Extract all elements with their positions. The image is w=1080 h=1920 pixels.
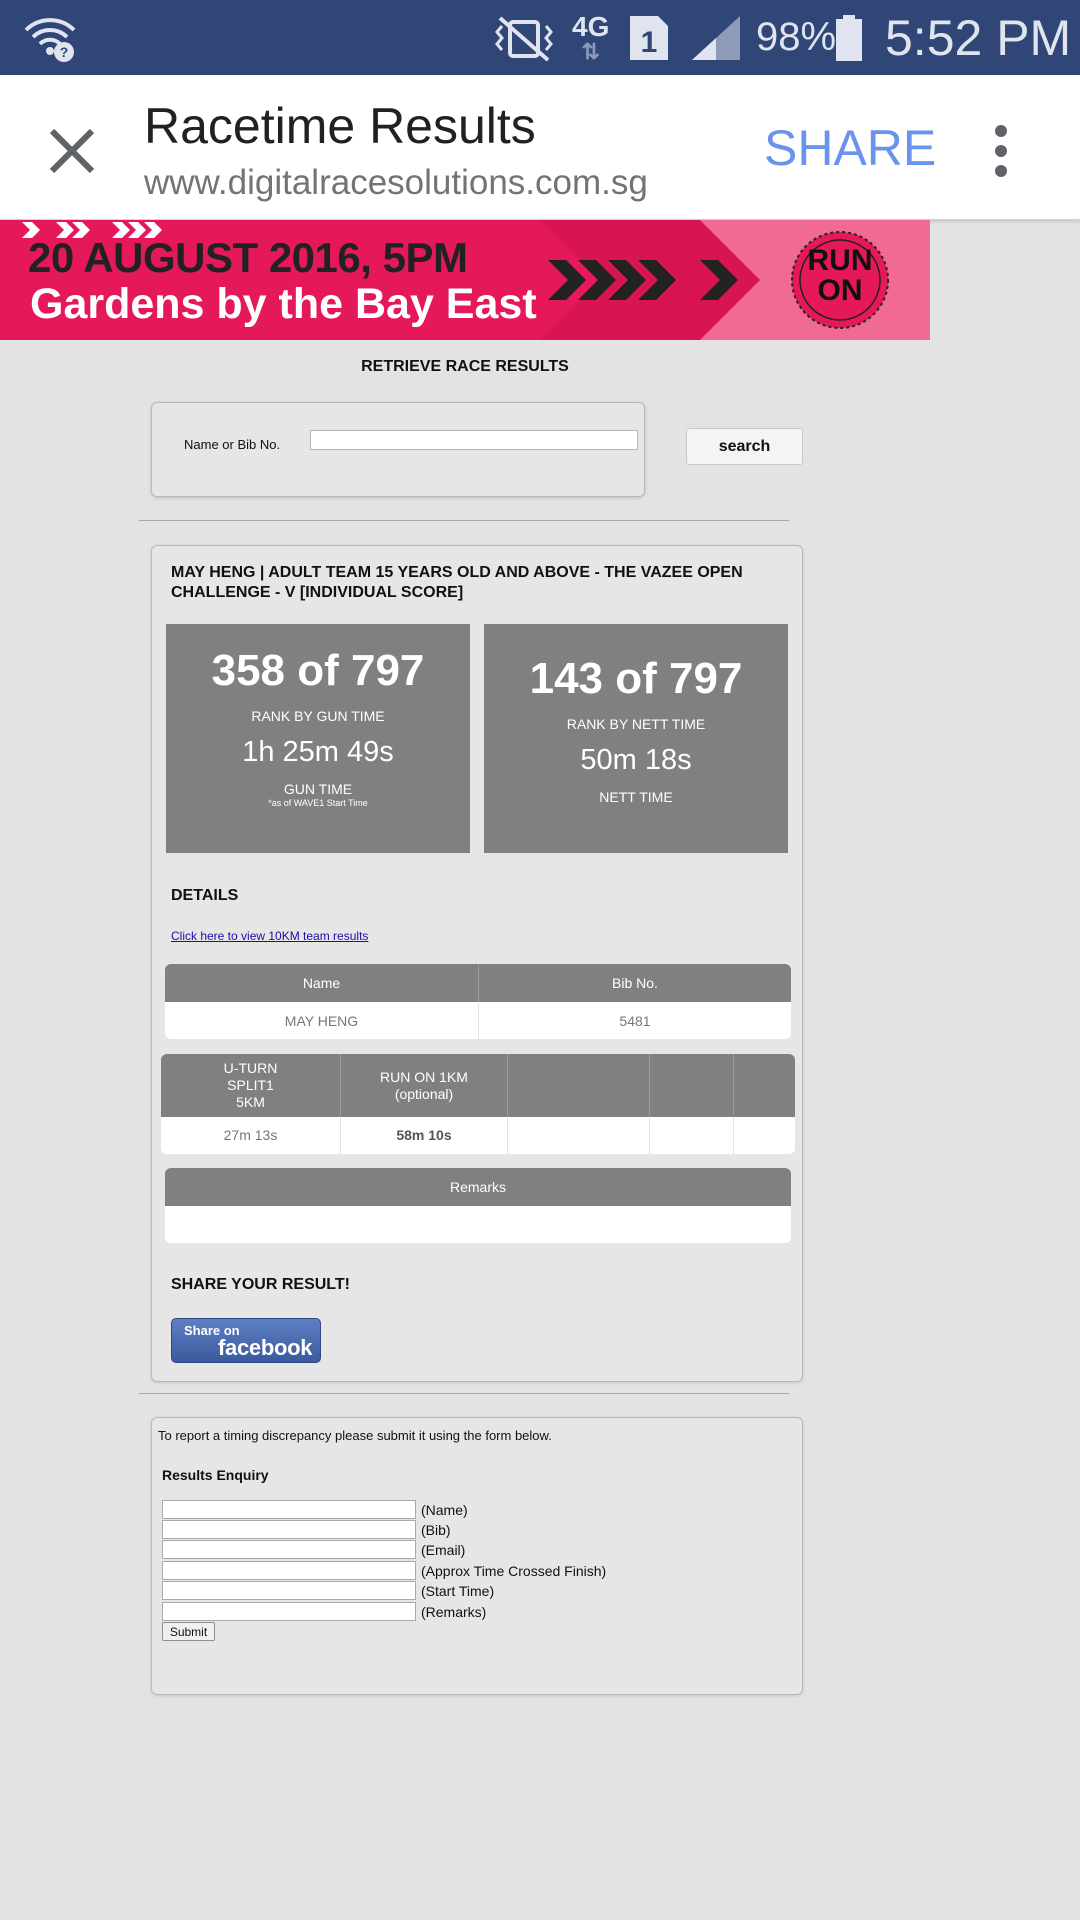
share-title: SHARE YOUR RESULT! bbox=[171, 1276, 350, 1293]
nett-time-value: 50m 18s bbox=[580, 744, 692, 776]
gun-time-note: *as of WAVE1 Start Time bbox=[268, 798, 368, 808]
split-times-table: U-TURN SPLIT1 5KM RUN ON 1KM (optional) … bbox=[161, 1054, 795, 1154]
search-input[interactable] bbox=[310, 430, 638, 450]
share-button[interactable]: SHARE bbox=[764, 119, 936, 177]
svg-text:1: 1 bbox=[641, 26, 658, 59]
table-cell: 27m 13s bbox=[223, 1127, 278, 1143]
close-icon[interactable] bbox=[40, 119, 104, 183]
table-cell: MAY HENG bbox=[284, 1012, 359, 1029]
event-banner: 20 AUGUST 2016, 5PM Gardens by the Bay E… bbox=[0, 220, 930, 340]
table-header: Remarks bbox=[449, 1179, 506, 1195]
field-label: (Name) bbox=[421, 1501, 468, 1518]
field-label: (Bib) bbox=[421, 1521, 451, 1538]
enquiry-note: To report a timing discrepancy please su… bbox=[158, 1428, 552, 1443]
table-header: RUN ON 1KM (optional) bbox=[340, 1054, 507, 1117]
nett-rank-label: RANK BY NETT TIME bbox=[566, 716, 706, 732]
data-arrows-icon: ⇅ bbox=[581, 38, 600, 64]
table-cell: 58m 10s bbox=[340, 1117, 507, 1154]
page-title: Racetime Results bbox=[144, 98, 536, 154]
table-cell: 5481 bbox=[478, 1002, 791, 1039]
more-options-icon[interactable] bbox=[985, 119, 1017, 183]
clock: 5:52 PM bbox=[885, 9, 1072, 66]
submit-button[interactable]: Submit bbox=[162, 1622, 215, 1641]
share-on-facebook-button[interactable]: Share on facebook bbox=[171, 1318, 321, 1363]
enquiry-email-row: (Email) bbox=[162, 1540, 465, 1559]
table-header: Name bbox=[302, 975, 341, 991]
divider bbox=[139, 520, 789, 521]
table-header bbox=[507, 1054, 649, 1117]
table-header: Bib No. bbox=[478, 964, 791, 1002]
signal-icon bbox=[690, 0, 742, 75]
enquiry-email-field[interactable] bbox=[162, 1540, 416, 1559]
table-cell bbox=[165, 1206, 791, 1243]
table-cell bbox=[733, 1117, 795, 1154]
gun-rank: 358 of 797 bbox=[211, 646, 425, 695]
table-header bbox=[733, 1054, 795, 1117]
field-label: (Email) bbox=[421, 1541, 466, 1558]
enquiry-finish-time-row: (Approx Time Crossed Finish) bbox=[162, 1561, 606, 1580]
runner-info-table: Name Bib No. MAY HENG 5481 bbox=[165, 964, 791, 1039]
table-cell bbox=[649, 1117, 733, 1154]
enquiry-start-time-field[interactable] bbox=[162, 1581, 416, 1600]
gun-time-card: 358 of 797 RANK BY GUN TIME 1h 25m 49s G… bbox=[166, 624, 470, 853]
table-row: 27m 13s 58m 10s bbox=[161, 1117, 795, 1154]
vibrate-mute-icon bbox=[488, 0, 560, 75]
gun-time-label: GUN TIME bbox=[283, 781, 353, 797]
details-title: DETAILS bbox=[171, 887, 239, 904]
field-label: (Approx Time Crossed Finish) bbox=[421, 1562, 607, 1579]
enquiry-remarks-field[interactable] bbox=[162, 1602, 416, 1621]
result-panel: MAY HENG | ADULT TEAM 15 YEARS OLD AND A… bbox=[151, 545, 803, 1382]
enquiry-finish-time-field[interactable] bbox=[162, 1561, 416, 1580]
table-cell bbox=[507, 1117, 649, 1154]
enquiry-bib-row: (Bib) bbox=[162, 1520, 451, 1539]
enquiry-panel: To report a timing discrepancy please su… bbox=[151, 1417, 803, 1695]
search-label: Name or Bib No. bbox=[184, 437, 281, 452]
enquiry-title: Results Enquiry bbox=[162, 1467, 269, 1483]
banner-venue: Gardens by the Bay East bbox=[30, 280, 537, 328]
battery-icon bbox=[834, 0, 864, 75]
status-bar: ? 4G ⇅ 1 98% 5:52 PM bbox=[0, 0, 1080, 75]
nett-rank: 143 of 797 bbox=[529, 654, 743, 703]
table-row: MAY HENG 5481 bbox=[165, 1002, 791, 1039]
run-on-logo: RUN ON bbox=[807, 244, 873, 307]
field-label: (Start Time) bbox=[421, 1582, 495, 1599]
team-results-link[interactable]: Click here to view 10KM team results bbox=[171, 929, 368, 943]
search-button[interactable]: search bbox=[686, 428, 803, 465]
search-form: Name or Bib No. bbox=[151, 402, 645, 497]
network-type: 4G ⇅ bbox=[572, 10, 610, 64]
enquiry-remarks-row: (Remarks) bbox=[162, 1602, 486, 1621]
sim-icon: 1 bbox=[628, 0, 670, 75]
page-url[interactable]: www.digitalracesolutions.com.sg bbox=[144, 163, 648, 203]
field-label: (Remarks) bbox=[421, 1603, 487, 1620]
gun-rank-label: RANK BY GUN TIME bbox=[251, 708, 385, 724]
wifi-question-icon: ? bbox=[22, 0, 78, 75]
enquiry-name-row: (Name) bbox=[162, 1500, 468, 1519]
battery-percent: 98% bbox=[756, 15, 837, 59]
enquiry-start-time-row: (Start Time) bbox=[162, 1581, 494, 1600]
enquiry-bib-field[interactable] bbox=[162, 1520, 416, 1539]
facebook-button-big: facebook bbox=[218, 1335, 313, 1360]
table-header bbox=[649, 1054, 733, 1117]
retrieve-title: RETRIEVE RACE RESULTS bbox=[361, 358, 569, 375]
result-heading: MAY HENG | ADULT TEAM 15 YEARS OLD AND A… bbox=[171, 564, 743, 601]
table-header: U-TURN SPLIT1 5KM bbox=[223, 1060, 278, 1110]
table-row bbox=[165, 1206, 791, 1243]
enquiry-name-field[interactable] bbox=[162, 1500, 416, 1519]
divider bbox=[139, 1393, 789, 1394]
remarks-table: Remarks bbox=[165, 1168, 791, 1243]
nett-time-card: 143 of 797 RANK BY NETT TIME 50m 18s NET… bbox=[484, 624, 788, 853]
svg-text:?: ? bbox=[60, 44, 69, 60]
gun-time-value: 1h 25m 49s bbox=[242, 736, 394, 768]
nett-time-label: NETT TIME bbox=[599, 789, 673, 805]
browser-toolbar: Racetime Results www.digitalracesolution… bbox=[0, 75, 1080, 220]
banner-date: 20 AUGUST 2016, 5PM bbox=[28, 234, 468, 281]
